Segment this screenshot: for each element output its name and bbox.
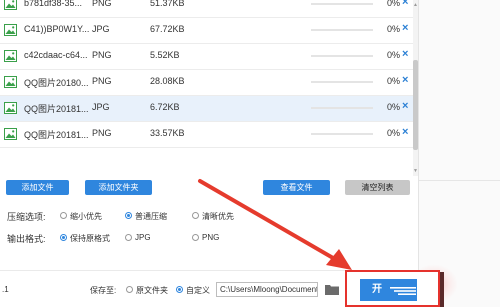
view-files-button[interactable]: 查看文件 — [263, 180, 330, 195]
file-row[interactable]: QQ图片20180... PNG 28.08KB 0% × — [0, 70, 418, 96]
file-size: 6.72KB — [150, 102, 180, 112]
file-size: 51.37KB — [150, 0, 185, 8]
radio-original-folder-label[interactable]: 原文件夹 — [136, 285, 168, 296]
file-type: JPG — [92, 24, 110, 34]
progress-bar — [311, 107, 373, 109]
clear-list-button[interactable]: 清空列表 — [345, 180, 410, 195]
image-file-icon — [4, 102, 17, 114]
progress-bar — [311, 3, 373, 5]
image-file-icon — [4, 76, 17, 88]
progress-percent: 0% — [386, 24, 400, 34]
progress-percent: 0% — [386, 102, 400, 112]
radio-keep-format-label[interactable]: 保持原格式 — [70, 233, 110, 244]
radio-shrink-priority[interactable] — [60, 212, 67, 219]
speed-lines-icon — [390, 287, 416, 295]
close-icon[interactable]: × — [402, 100, 408, 112]
add-file-button[interactable]: 添加文件 — [6, 180, 69, 195]
file-type: PNG — [92, 128, 112, 138]
file-size: 33.57KB — [150, 128, 185, 138]
file-name: c42cdaac-c64... — [24, 50, 88, 60]
radio-original-folder[interactable] — [126, 286, 133, 293]
radio-normal-compress[interactable] — [125, 212, 132, 219]
file-name: b781df38-35... — [24, 0, 83, 8]
radio-jpg-label[interactable]: JPG — [135, 233, 151, 242]
start-button-label[interactable]: 开 — [372, 284, 382, 295]
file-size: 5.52KB — [150, 50, 180, 60]
radio-png-label[interactable]: PNG — [202, 233, 219, 242]
compress-options-label: 压缩选项: — [7, 212, 46, 222]
progress-percent: 0% — [386, 0, 400, 8]
add-folder-button[interactable]: 添加文件夹 — [85, 180, 152, 195]
radio-clarity-priority-label[interactable]: 清晰优先 — [202, 211, 234, 222]
close-icon[interactable]: × — [402, 74, 408, 86]
save-to-label: 保存至: — [90, 286, 117, 295]
window-edge — [440, 272, 444, 307]
radio-shrink-priority-label[interactable]: 缩小优先 — [70, 211, 102, 222]
image-file-icon — [4, 50, 17, 62]
progress-percent: 0% — [386, 50, 400, 60]
file-size: 67.72KB — [150, 24, 185, 34]
divider — [419, 180, 500, 181]
progress-percent: 0% — [386, 76, 400, 86]
start-compress-button[interactable]: 开 — [360, 279, 417, 301]
start-compress-highlight[interactable]: 开 — [345, 270, 440, 307]
version-text: .1 — [2, 285, 9, 294]
file-row[interactable]: c42cdaac-c64... PNG 5.52KB 0% × — [0, 44, 418, 70]
output-format-label: 输出格式: — [7, 234, 46, 244]
radio-normal-compress-label[interactable]: 普通压缩 — [135, 211, 167, 222]
image-file-icon — [4, 0, 17, 10]
radio-keep-format[interactable] — [60, 234, 67, 241]
progress-bar — [311, 29, 373, 31]
right-panel — [418, 0, 500, 307]
folder-icon[interactable] — [325, 283, 339, 295]
file-name: QQ图片20181... — [24, 104, 89, 114]
radio-clarity-priority[interactable] — [192, 212, 199, 219]
file-name: C41))BP0W1Y... — [24, 24, 90, 34]
file-type: JPG — [92, 102, 110, 112]
file-name: QQ图片20181... — [24, 130, 89, 140]
file-list: b781df38-35... PNG 51.37KB 0% × C41))BP0… — [0, 0, 418, 176]
file-row[interactable]: C41))BP0W1Y... JPG 67.72KB 0% × — [0, 18, 418, 44]
progress-bar — [311, 55, 373, 57]
file-size: 28.08KB — [150, 76, 185, 86]
file-row[interactable]: QQ图片20181... PNG 33.57KB 0% × — [0, 122, 418, 148]
save-path-input[interactable] — [216, 282, 318, 297]
radio-png[interactable] — [192, 234, 199, 241]
close-icon[interactable]: × — [402, 22, 408, 34]
file-name: QQ图片20180... — [24, 78, 89, 88]
file-type: PNG — [92, 76, 112, 86]
close-icon[interactable]: × — [402, 48, 408, 60]
file-row[interactable]: QQ图片20181... JPG 6.72KB 0% × — [0, 96, 418, 122]
image-file-icon — [4, 128, 17, 140]
progress-bar — [311, 133, 373, 135]
radio-custom-folder-label[interactable]: 自定义 — [186, 285, 210, 296]
file-type: PNG — [92, 50, 112, 60]
radio-custom-folder[interactable] — [176, 286, 183, 293]
close-icon[interactable]: × — [402, 126, 408, 138]
file-type: PNG — [92, 0, 112, 8]
image-file-icon — [4, 24, 17, 36]
close-icon[interactable]: × — [402, 0, 408, 8]
progress-percent: 0% — [386, 128, 400, 138]
file-row[interactable]: b781df38-35... PNG 51.37KB 0% × — [0, 0, 418, 18]
radio-jpg[interactable] — [125, 234, 132, 241]
progress-bar — [311, 81, 373, 83]
